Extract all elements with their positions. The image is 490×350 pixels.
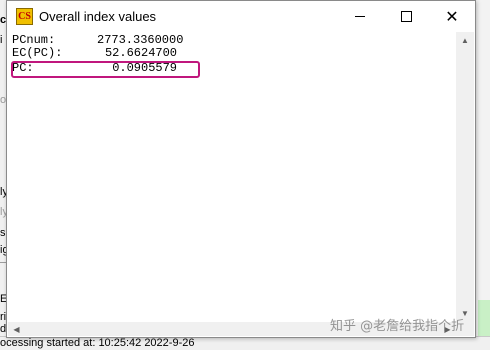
maximize-button[interactable]	[383, 1, 429, 32]
scroll-left-arrow-icon[interactable]: ◀	[8, 322, 25, 336]
maximize-icon	[400, 11, 412, 22]
background-status-text: ocessing started at: 10:25:42 2022-9-26	[0, 337, 195, 349]
close-icon: ✕	[445, 6, 459, 26]
background-text-fragment: i	[0, 34, 3, 46]
app-icon-text: CS	[18, 11, 31, 22]
minimize-button[interactable]	[337, 1, 383, 32]
minimize-icon	[355, 16, 365, 17]
highlight-annotation-box	[11, 61, 200, 78]
output-text-area[interactable]: PCnum: 2773.3360000 EC(PC): 52.6624700 PC:…	[8, 32, 455, 322]
close-button[interactable]: ✕	[429, 1, 475, 32]
title-bar[interactable]: CS Overall index values ✕	[7, 1, 475, 32]
window-title: Overall index values	[39, 9, 157, 24]
app-icon[interactable]: CS	[16, 8, 33, 25]
index-line-ec-pc: EC(PC): 52.6624700	[12, 47, 177, 60]
vertical-scrollbar[interactable]: ▲ ▼	[456, 32, 474, 322]
overall-index-values-window: CS Overall index values ✕ PCnum: 2773.336…	[6, 0, 476, 338]
index-value: 52.6624700	[104, 46, 177, 60]
background-app-right-pane	[474, 0, 490, 349]
index-label: EC(PC):	[12, 46, 63, 60]
watermark-text: 知乎 @老詹给我指个折	[330, 319, 465, 334]
scroll-up-arrow-icon[interactable]: ▲	[456, 32, 474, 49]
